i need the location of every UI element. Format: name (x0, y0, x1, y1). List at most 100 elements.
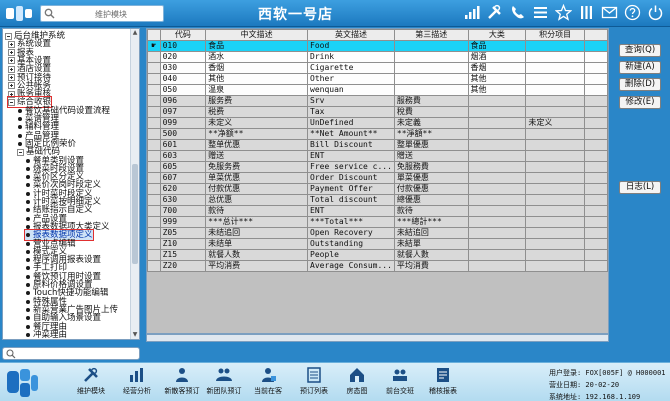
table-cell[interactable]: 097 (159, 106, 207, 118)
table-cell[interactable]: 未定义 (205, 117, 309, 129)
column-header-en-desc[interactable]: 英文描述 (307, 29, 395, 41)
table-cell[interactable] (525, 238, 586, 250)
table-cell[interactable]: wenquan (307, 84, 395, 96)
table-cell[interactable] (467, 260, 527, 272)
log-button[interactable]: 日志(L) (619, 181, 661, 194)
table-cell[interactable]: 500 (159, 128, 207, 140)
table-row[interactable]: 050 温泉 wenquan 其他 (147, 84, 608, 96)
table-cell[interactable]: ***總計*** (393, 216, 469, 228)
table-cell[interactable] (393, 62, 469, 74)
table-cell[interactable]: 總優惠 (393, 194, 469, 206)
table-cell[interactable] (525, 106, 586, 118)
table-cell[interactable]: ENT (307, 150, 395, 162)
table-cell[interactable] (467, 172, 527, 184)
table-cell[interactable] (525, 227, 586, 239)
table-cell[interactable] (467, 95, 527, 107)
scroll-down-icon[interactable]: ▼ (132, 332, 138, 338)
table-cell[interactable] (393, 73, 469, 85)
table-cell[interactable]: Z10 (159, 238, 207, 250)
table-row[interactable]: 999 ***总计*** ***Total*** ***總計*** (147, 216, 608, 228)
table-cell[interactable]: 010 (159, 40, 207, 52)
signal-icon[interactable] (463, 4, 480, 21)
table-row[interactable]: 607 单菜优惠 Order Discount 單菜優惠 (147, 172, 608, 184)
table-cell[interactable]: 付款优惠 (205, 183, 309, 195)
table-cell[interactable]: 630 (159, 194, 207, 206)
table-cell[interactable]: 其他 (205, 73, 309, 85)
table-cell[interactable]: 稅費 (393, 106, 469, 118)
table-cell[interactable]: Open Recovery (307, 227, 395, 239)
phone-icon[interactable] (509, 4, 526, 21)
table-cell[interactable] (467, 183, 527, 195)
table-cell[interactable]: Z15 (159, 249, 207, 261)
table-cell[interactable] (525, 183, 586, 195)
table-cell[interactable]: 食品 (467, 40, 527, 52)
table-cell[interactable]: Srv (307, 95, 395, 107)
table-cell[interactable]: 贈送 (393, 150, 469, 162)
table-cell[interactable]: 040 (159, 73, 207, 85)
table-cell[interactable]: 050 (159, 84, 207, 96)
table-cell[interactable] (525, 128, 586, 140)
table-cell[interactable]: 未定義 (393, 117, 469, 129)
table-cell[interactable] (467, 106, 527, 118)
row-header[interactable] (147, 117, 161, 129)
new-button[interactable]: 新建(A) (619, 61, 661, 74)
table-cell[interactable]: 付款優惠 (393, 183, 469, 195)
table-cell[interactable] (467, 139, 527, 151)
bottom-nav-item[interactable]: 房态图 (335, 366, 379, 396)
table-cell[interactable]: 温泉 (205, 84, 309, 96)
row-header[interactable] (147, 216, 161, 228)
table-cell[interactable]: 免服務費 (393, 161, 469, 173)
table-cell[interactable]: 其他 (467, 84, 527, 96)
row-header[interactable] (147, 249, 161, 261)
table-cell[interactable]: 就餐人數 (393, 249, 469, 261)
table-cell[interactable]: UnDefined (307, 117, 395, 129)
row-header[interactable] (147, 260, 161, 272)
collapse-icon[interactable] (17, 148, 24, 156)
table-cell[interactable]: Order Discount (307, 172, 395, 184)
modify-button[interactable]: 修改(E) (619, 96, 661, 109)
help-icon[interactable] (624, 4, 641, 21)
table-cell[interactable]: 税费 (205, 106, 309, 118)
table-cell[interactable]: Z05 (159, 227, 207, 239)
bottom-nav-item[interactable]: 预订列表 (292, 366, 336, 396)
row-header[interactable] (147, 205, 161, 217)
mail-icon[interactable] (601, 4, 618, 21)
table-cell[interactable]: **净额** (205, 128, 309, 140)
table-cell[interactable] (525, 161, 586, 173)
table-cell[interactable] (467, 150, 527, 162)
query-button[interactable]: 查询(Q) (619, 44, 661, 57)
table-cell[interactable]: 未定义 (525, 117, 586, 129)
table-cell[interactable]: 服務費 (393, 95, 469, 107)
table-cell[interactable] (525, 84, 586, 96)
table-cell[interactable]: 603 (159, 150, 207, 162)
table-cell[interactable]: People (307, 249, 395, 261)
table-cell[interactable] (467, 128, 527, 140)
row-header[interactable] (147, 194, 161, 206)
table-cell[interactable]: 605 (159, 161, 207, 173)
table-row[interactable]: Z20 平均消费 Average Consum... 平均消費 (147, 260, 608, 272)
table-cell[interactable]: 096 (159, 95, 207, 107)
table-cell[interactable]: 烟酒 (467, 51, 527, 63)
column-header-third-desc[interactable]: 第三描述 (393, 29, 469, 41)
table-cell[interactable] (525, 51, 586, 63)
table-row[interactable]: 603 赠送 ENT 贈送 (147, 150, 608, 162)
table-cell[interactable]: 平均消費 (393, 260, 469, 272)
table-cell[interactable]: Other (307, 73, 395, 85)
table-cell[interactable] (467, 216, 527, 228)
table-cell[interactable]: 未結追回 (393, 227, 469, 239)
table-cell[interactable]: 其他 (467, 73, 527, 85)
table-cell[interactable]: ***Total*** (307, 216, 395, 228)
row-header[interactable] (147, 150, 161, 162)
table-cell[interactable] (525, 205, 586, 217)
table-cell[interactable] (467, 238, 527, 250)
top-search-input[interactable]: 维护模块 (40, 5, 164, 22)
tree-scrollbar[interactable]: ▲ ▼ (130, 29, 139, 339)
bottom-nav-item[interactable]: 新团队预订 (202, 366, 246, 396)
column-header-cn-desc[interactable]: 中文描述 (205, 29, 309, 41)
bottom-nav-item[interactable]: 经营分析 (115, 366, 159, 396)
menu-icon[interactable] (532, 4, 549, 21)
scroll-up-icon[interactable]: ▲ (132, 30, 138, 36)
row-header[interactable] (147, 128, 161, 140)
app-home-icon[interactable] (5, 367, 39, 399)
table-cell[interactable]: 單菜優惠 (393, 172, 469, 184)
